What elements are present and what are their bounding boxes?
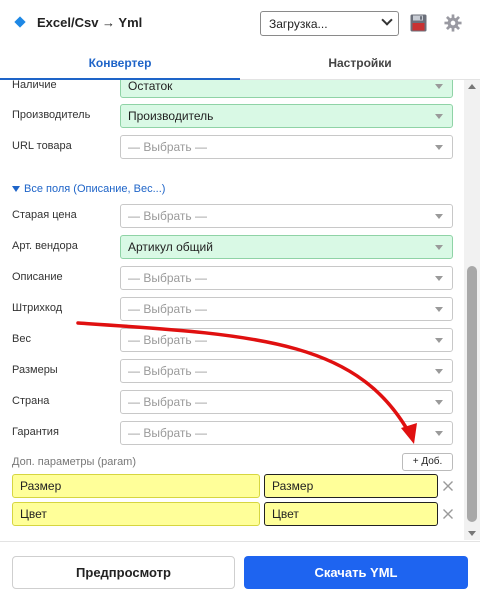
dropdown-arrow-icon — [435, 114, 443, 119]
dropdown-arrow-icon — [435, 214, 443, 219]
field-row-url: URL товара — Выбрать — — [0, 135, 464, 159]
field-label: Арт. вендора — [12, 240, 78, 252]
remove-param-icon[interactable] — [442, 480, 454, 492]
caret-down-icon — [12, 186, 20, 193]
tab-converter[interactable]: Конвертер — [0, 50, 240, 80]
all-fields-toggle[interactable]: Все поля (Описание, Вес...) — [12, 183, 165, 195]
field-select-availability[interactable]: Остаток — [120, 80, 453, 98]
chevron-down-icon — [381, 14, 393, 26]
param-name-input[interactable]: Цвет — [12, 502, 260, 526]
scroll-up-arrow-icon[interactable] — [468, 84, 476, 89]
field-value: — Выбрать — — [128, 302, 208, 316]
field-select-vendor-code[interactable]: Артикул общий — [120, 235, 453, 259]
field-row-availability: Наличие Остаток — [0, 80, 464, 98]
field-row-old-price: Старая цена — Выбрать — — [0, 204, 464, 228]
tab-settings[interactable]: Настройки — [240, 50, 480, 80]
field-row-warranty: Гарантия — Выбрать — — [0, 421, 464, 445]
field-select-description[interactable]: — Выбрать — — [120, 266, 453, 290]
field-label: Гарантия — [12, 426, 59, 438]
dropdown-arrow-icon — [435, 245, 443, 250]
dropdown-arrow-icon — [435, 369, 443, 374]
field-select-country[interactable]: — Выбрать — — [120, 390, 453, 414]
dropdown-arrow-icon — [435, 431, 443, 436]
field-select-warranty[interactable]: — Выбрать — — [120, 421, 453, 445]
field-label: Наличие — [12, 80, 57, 91]
field-value: Производитель — [128, 109, 214, 123]
field-value: Остаток — [128, 80, 173, 93]
field-value: — Выбрать — — [128, 271, 208, 285]
param-name-input[interactable]: Размер — [12, 474, 260, 498]
dropdown-arrow-icon — [435, 145, 443, 150]
param-value-input[interactable]: Цвет — [264, 502, 438, 526]
field-label: Вес — [12, 333, 31, 345]
param-value-input[interactable]: Размер — [264, 474, 438, 498]
scrollbar[interactable] — [464, 80, 480, 540]
field-select-old-price[interactable]: — Выбрать — — [120, 204, 453, 228]
field-label: Страна — [12, 395, 50, 407]
field-label: Штрихкод — [12, 302, 63, 314]
field-value: — Выбрать — — [128, 426, 208, 440]
load-select-value: Загрузка... — [269, 17, 328, 31]
mapping-form: Наличие Остаток Производитель Производит… — [0, 80, 464, 540]
save-icon[interactable] — [410, 14, 427, 32]
field-row-description: Описание — Выбрать — — [0, 266, 464, 290]
scroll-down-arrow-icon[interactable] — [468, 531, 476, 536]
field-label: Производитель — [12, 109, 91, 121]
field-value: — Выбрать — — [128, 209, 208, 223]
field-label: Размеры — [12, 364, 58, 376]
field-row-vendor-code: Арт. вендора Артикул общий — [0, 235, 464, 259]
dropdown-arrow-icon — [435, 307, 443, 312]
field-select-dimensions[interactable]: — Выбрать — — [120, 359, 453, 383]
gear-icon[interactable] — [444, 14, 462, 32]
remove-param-icon[interactable] — [442, 508, 454, 520]
field-select-weight[interactable]: — Выбрать — — [120, 328, 453, 352]
params-label: Доп. параметры (param) — [12, 456, 137, 468]
field-row-manufacturer: Производитель Производитель — [0, 104, 464, 128]
field-label: Старая цена — [12, 209, 77, 221]
field-row-country: Страна — Выбрать — — [0, 390, 464, 414]
preview-button[interactable]: Предпросмотр — [12, 556, 235, 589]
field-row-barcode: Штрихкод — Выбрать — — [0, 297, 464, 321]
field-row-weight: Вес — Выбрать — — [0, 328, 464, 352]
dropdown-arrow-icon — [435, 276, 443, 281]
field-select-barcode[interactable]: — Выбрать — — [120, 297, 453, 321]
field-value: — Выбрать — — [128, 364, 208, 378]
scrollbar-thumb[interactable] — [467, 266, 477, 522]
diamond-logo-icon — [14, 16, 26, 28]
field-value: Артикул общий — [128, 240, 213, 254]
field-row-dimensions: Размеры — Выбрать — — [0, 359, 464, 383]
field-value: — Выбрать — — [128, 395, 208, 409]
load-select[interactable]: Загрузка... — [260, 11, 399, 36]
download-yml-button[interactable]: Скачать YML — [244, 556, 468, 589]
header: Excel/Csv → Yml Загрузка... — [0, 0, 480, 50]
dropdown-arrow-icon — [435, 84, 443, 89]
dropdown-arrow-icon — [435, 400, 443, 405]
all-fields-toggle-label: Все поля (Описание, Вес...) — [24, 183, 166, 195]
app-title: Excel/Csv → Yml — [37, 15, 143, 30]
field-label: Описание — [12, 271, 63, 283]
field-select-url[interactable]: — Выбрать — — [120, 135, 453, 159]
field-select-manufacturer[interactable]: Производитель — [120, 104, 453, 128]
tab-bar: Конвертер Настройки — [0, 50, 480, 80]
footer: Предпросмотр Скачать YML — [0, 541, 480, 600]
add-param-button[interactable]: + Доб. — [402, 453, 453, 471]
dropdown-arrow-icon — [435, 338, 443, 343]
field-label: URL товара — [12, 140, 72, 152]
field-value: — Выбрать — — [128, 140, 208, 154]
field-value: — Выбрать — — [128, 333, 208, 347]
